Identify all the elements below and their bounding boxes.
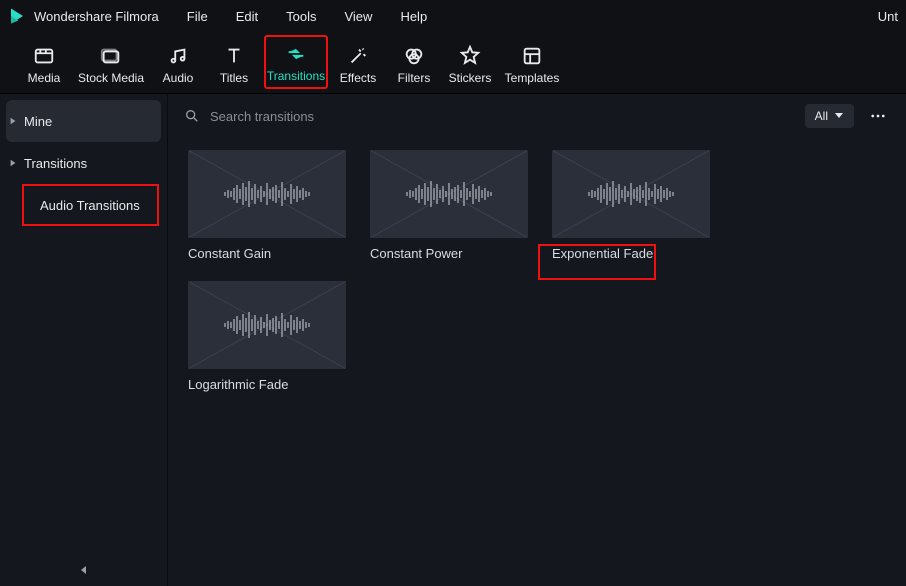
sidebar-item-transitions[interactable]: Transitions xyxy=(0,142,167,184)
menu-edit[interactable]: Edit xyxy=(236,9,258,24)
titles-icon xyxy=(223,45,245,67)
search-input[interactable] xyxy=(210,109,793,124)
transitions-grid: Constant Gain Constant Power Exponential… xyxy=(168,138,906,404)
toolbar: Media Stock Media Audio Titles Transitio… xyxy=(0,32,906,94)
transition-label: Exponential Fade xyxy=(552,246,710,261)
transition-thumb xyxy=(370,150,528,238)
tab-label: Templates xyxy=(505,71,560,85)
transition-thumb xyxy=(552,150,710,238)
tab-titles[interactable]: Titles xyxy=(208,35,260,89)
transition-thumb xyxy=(188,150,346,238)
effects-icon xyxy=(347,45,369,67)
templates-icon xyxy=(521,45,543,67)
search-icon xyxy=(184,108,200,124)
filters-icon xyxy=(403,45,425,67)
tab-filters[interactable]: Filters xyxy=(388,35,440,89)
transition-card[interactable]: Constant Power xyxy=(370,150,528,261)
stickers-icon xyxy=(459,45,481,67)
menubar: Wondershare Filmora File Edit Tools View… xyxy=(0,0,906,32)
filmora-logo-icon xyxy=(8,7,26,25)
app-title: Wondershare Filmora xyxy=(34,9,159,24)
filter-dropdown[interactable]: All xyxy=(805,104,854,128)
sidebar-item-label: Mine xyxy=(24,114,52,129)
waveform-icon xyxy=(225,181,310,207)
transition-card[interactable]: Constant Gain xyxy=(188,150,346,261)
transitions-icon xyxy=(285,43,307,65)
media-icon xyxy=(33,45,55,67)
tab-templates[interactable]: Templates xyxy=(500,35,564,89)
sidebar-collapse-button[interactable] xyxy=(76,562,92,578)
tab-label: Titles xyxy=(220,71,248,85)
transition-label: Constant Gain xyxy=(188,246,346,261)
tab-transitions[interactable]: Transitions xyxy=(264,35,328,89)
menu-file[interactable]: File xyxy=(187,9,208,24)
tab-label: Audio xyxy=(163,71,194,85)
chevron-right-icon xyxy=(8,158,18,168)
tab-media[interactable]: Media xyxy=(18,35,70,89)
sidebar-item-label: Audio Transitions xyxy=(40,198,140,213)
transition-thumb xyxy=(188,281,346,369)
search-wrap xyxy=(184,108,793,124)
sidebar-item-mine[interactable]: Mine xyxy=(6,100,161,142)
chevron-right-icon xyxy=(8,116,18,126)
stock-icon xyxy=(100,45,122,67)
tab-label: Effects xyxy=(340,71,376,85)
waveform-icon xyxy=(225,312,310,338)
filter-label: All xyxy=(815,109,828,123)
transition-card[interactable]: Exponential Fade xyxy=(552,150,710,261)
menu-list: File Edit Tools View Help xyxy=(187,9,427,24)
tab-label: Stock Media xyxy=(78,71,144,85)
audio-icon xyxy=(167,45,189,67)
transition-card[interactable]: Logarithmic Fade xyxy=(188,281,346,392)
tab-label: Filters xyxy=(398,71,431,85)
app-logo-title: Wondershare Filmora xyxy=(8,7,159,25)
waveform-icon xyxy=(589,181,674,207)
sidebar-item-audio-transitions[interactable]: Audio Transitions xyxy=(22,184,159,226)
tab-label: Stickers xyxy=(449,71,492,85)
tab-stickers[interactable]: Stickers xyxy=(444,35,496,89)
tab-label: Media xyxy=(28,71,61,85)
menu-tools[interactable]: Tools xyxy=(286,9,316,24)
waveform-icon xyxy=(407,181,492,207)
tab-audio[interactable]: Audio xyxy=(152,35,204,89)
main-panel: All Constant Gain Constant Power Exponen… xyxy=(168,94,906,586)
search-bar: All xyxy=(168,94,906,138)
tab-stock-media[interactable]: Stock Media xyxy=(74,35,148,89)
more-button[interactable] xyxy=(866,104,890,128)
content-area: Mine Transitions Audio Transitions All xyxy=(0,94,906,586)
sidebar: Mine Transitions Audio Transitions xyxy=(0,94,168,586)
tab-label: Transitions xyxy=(267,69,325,83)
document-title: Unt xyxy=(878,9,898,24)
tab-effects[interactable]: Effects xyxy=(332,35,384,89)
menu-view[interactable]: View xyxy=(344,9,372,24)
transition-label: Logarithmic Fade xyxy=(188,377,346,392)
transition-label: Constant Power xyxy=(370,246,528,261)
sidebar-item-label: Transitions xyxy=(24,156,87,171)
menu-help[interactable]: Help xyxy=(400,9,427,24)
chevron-down-icon xyxy=(834,109,844,123)
